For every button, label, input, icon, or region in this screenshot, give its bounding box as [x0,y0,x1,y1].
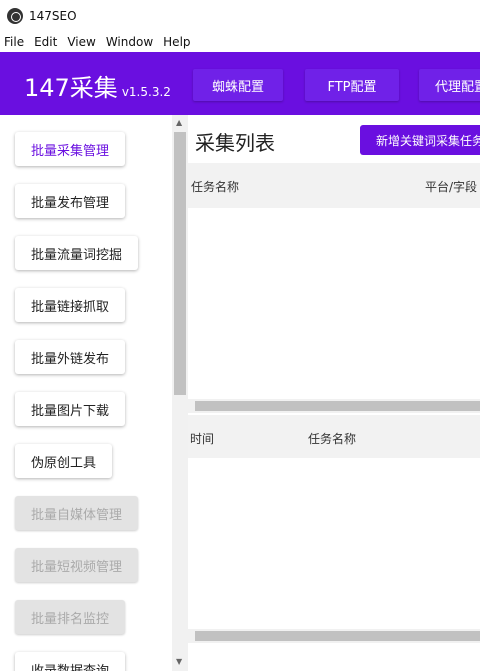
title-bar: 147SEO [0,0,480,31]
column-task-name: 任务名称 [191,180,240,194]
proxy-config-button[interactable]: 代理配置 [419,69,480,101]
menu-view[interactable]: View [62,35,100,49]
page-title: 采集列表 [195,131,275,155]
menu-window[interactable]: Window [101,35,158,49]
main-panel: 采集列表 新增关键词采集任务 任务名称 平台/字段 时间 任务名称 [188,115,480,671]
brand-name: 147采集 [24,74,118,102]
menu-edit[interactable]: Edit [29,35,62,49]
sidebar-item-index-query[interactable]: 收录数据查询 [15,652,126,671]
scroll-up-icon[interactable]: ▲ [176,118,182,127]
sidebar-item-link-crawl[interactable]: 批量链接抓取 [15,288,126,322]
window-title: 147SEO [29,8,77,23]
menu-bar: File Edit View Window Help [0,31,480,52]
sidebar-item-keyword-mining[interactable]: 批量流量词挖掘 [15,236,139,270]
column-task-name: 任务名称 [308,432,357,446]
spider-config-button[interactable]: 蜘蛛配置 [193,69,283,101]
ftp-config-button[interactable]: FTP配置 [305,69,399,101]
sidebar-item-image-download[interactable]: 批量图片下载 [15,392,126,426]
brand: 147采集 v1.5.3.2 [24,68,171,103]
scroll-down-icon[interactable]: ▼ [176,657,182,666]
app-logo-icon [7,7,23,24]
scrollbar-thumb[interactable] [195,631,480,641]
log-table-header: 时间 任务名称 [188,415,480,458]
sidebar-item-backlink-publish[interactable]: 批量外链发布 [15,340,126,374]
add-keyword-task-button[interactable]: 新增关键词采集任务 [360,125,480,155]
task-table-hscrollbar[interactable] [188,399,480,413]
column-platform-field: 平台/字段 [425,180,478,194]
menu-file[interactable]: File [0,35,29,49]
sidebar-item-pseudo-original[interactable]: 伪原创工具 [15,444,113,478]
sidebar: 批量采集管理 批量发布管理 批量流量词挖掘 批量链接抓取 批量外链发布 批量图片… [0,115,172,671]
sidebar-item-batch-collect[interactable]: 批量采集管理 [15,132,126,166]
sidebar-item-rank-monitor[interactable]: 批量排名监控 [15,600,126,634]
log-table-hscrollbar[interactable] [188,629,480,643]
sidebar-item-batch-publish[interactable]: 批量发布管理 [15,184,126,218]
scrollbar-thumb[interactable] [174,132,186,395]
menu-help[interactable]: Help [158,35,195,49]
task-table-header: 任务名称 平台/字段 [188,163,480,208]
scrollbar-thumb[interactable] [195,401,480,411]
sidebar-item-media-manage[interactable]: 批量自媒体管理 [15,496,139,530]
version-label: v1.5.3.2 [121,85,171,99]
column-time: 时间 [190,432,215,446]
sidebar-scrollbar[interactable]: ▲ ▼ [172,115,188,671]
app-header: 147采集v1.5.3.2 蜘蛛配置 FTP配置 代理配置 [0,52,480,115]
sidebar-item-short-video[interactable]: 批量短视频管理 [15,548,139,582]
